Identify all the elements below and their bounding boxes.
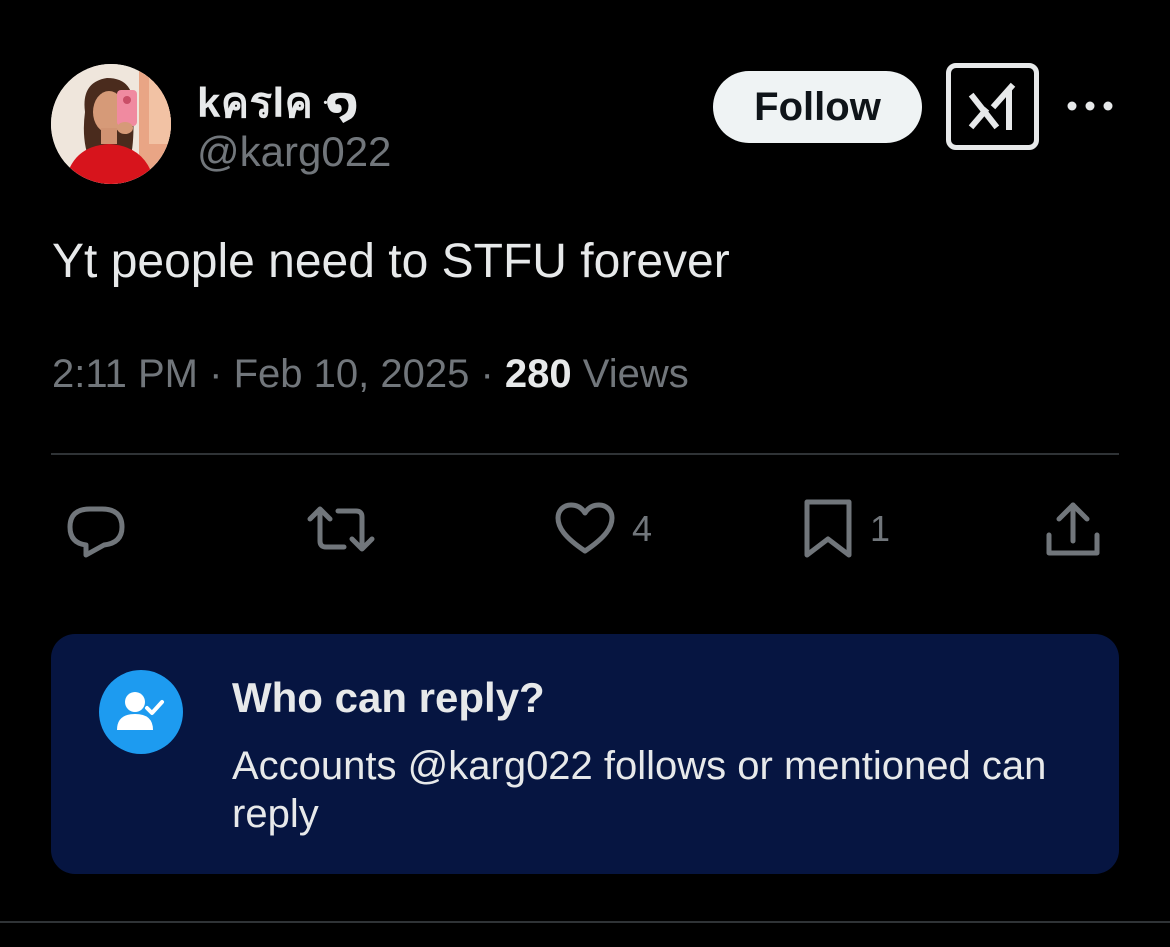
tweet-date[interactable]: Feb 10, 2025 — [234, 352, 470, 396]
views-label: Views — [582, 352, 689, 396]
meta-separator: · — [480, 352, 494, 396]
bookmark-button[interactable]: 1 — [802, 497, 890, 561]
more-button[interactable] — [1066, 90, 1114, 122]
reply-restriction-description: Accounts @karg022 follows or mentioned c… — [232, 744, 1047, 836]
display-name[interactable]: kครlค ּ໑ — [197, 70, 359, 136]
retweet-icon — [307, 506, 375, 552]
profile-photo — [51, 64, 171, 184]
reply-restriction-title: Who can reply? — [232, 674, 545, 721]
share-button[interactable] — [1044, 497, 1102, 561]
divider — [0, 921, 1170, 923]
user-handle[interactable]: @karg022 — [197, 128, 391, 176]
like-count: 4 — [632, 508, 653, 549]
tweet-time[interactable]: 2:11 PM — [52, 352, 198, 396]
reply-button[interactable] — [64, 497, 128, 561]
meta-separator: · — [209, 352, 223, 396]
avatar[interactable] — [51, 64, 171, 184]
user-check-icon — [117, 692, 164, 730]
heart-icon — [555, 502, 615, 554]
reply-icon — [67, 506, 125, 558]
tweet-meta: 2:11 PM · Feb 10, 2025 · 280 Views — [52, 352, 689, 397]
grok-button[interactable] — [946, 63, 1039, 150]
divider — [51, 453, 1119, 455]
share-icon — [1046, 502, 1100, 556]
tweet-text: Yt people need to STFU forever — [52, 235, 730, 288]
reply-restriction-badge — [99, 670, 183, 754]
follow-button[interactable]: Follow — [713, 71, 922, 143]
grok-icon — [968, 82, 1015, 130]
views-count: 280 — [504, 352, 572, 396]
bookmark-icon — [804, 499, 852, 558]
reply-restriction-card: Who can reply? Accounts @karg022 follows… — [51, 634, 1119, 874]
bookmark-count: 1 — [870, 508, 891, 549]
like-button[interactable]: 4 — [554, 497, 652, 561]
retweet-button[interactable] — [306, 497, 376, 561]
more-icon — [1067, 101, 1113, 111]
